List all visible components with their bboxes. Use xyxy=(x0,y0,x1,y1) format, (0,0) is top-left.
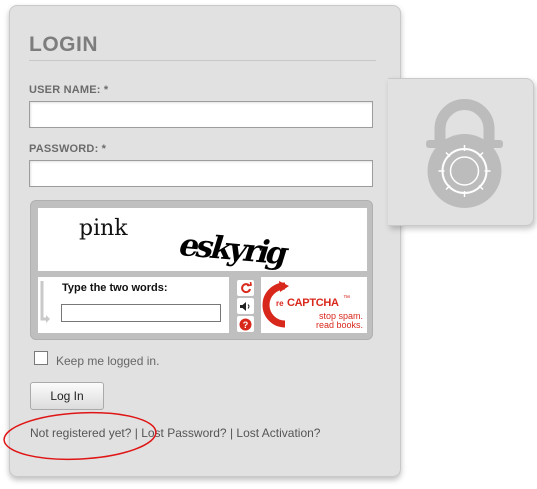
username-input[interactable] xyxy=(29,101,373,128)
recaptcha-logo: re CAPTCHA ™ stop spam. read books. xyxy=(261,277,367,333)
captcha-prompt: Type the two words: xyxy=(62,282,168,294)
recaptcha-name: CAPTCHA xyxy=(287,297,339,309)
password-label: PASSWORD: * xyxy=(29,143,107,155)
captcha-word-1: pink xyxy=(79,216,128,241)
page-title: LOGIN xyxy=(29,33,98,56)
remember-me-checkbox[interactable] xyxy=(34,351,48,365)
audio-icon[interactable] xyxy=(237,298,254,314)
reload-icon[interactable] xyxy=(237,280,254,296)
padlock-icon xyxy=(426,99,503,208)
password-input[interactable] xyxy=(29,160,373,187)
captcha-controls: ? xyxy=(235,278,257,333)
recaptcha-widget: pink eskyrig Type the two words: ? re CA… xyxy=(30,200,373,340)
recaptcha-tagline-2: read books. xyxy=(315,320,363,330)
title-divider xyxy=(29,60,376,61)
svg-text:?: ? xyxy=(243,320,249,330)
recaptcha-re: re xyxy=(276,299,284,308)
login-button[interactable]: Log In xyxy=(30,382,104,410)
annotation-ellipse xyxy=(3,411,157,461)
captcha-response-area: Type the two words: xyxy=(38,277,229,333)
recaptcha-tm: ™ xyxy=(343,295,350,302)
help-icon[interactable]: ? xyxy=(237,316,254,332)
lost-activation-link[interactable]: Lost Activation? xyxy=(236,426,320,440)
captcha-image: pink eskyrig xyxy=(38,208,367,272)
remember-me-label: Keep me logged in. xyxy=(56,354,160,368)
captcha-input[interactable] xyxy=(61,304,221,322)
arrow-icon xyxy=(40,281,50,323)
captcha-word-2: eskyrig xyxy=(174,227,291,272)
separator: | xyxy=(229,426,234,440)
username-label: USER NAME: * xyxy=(29,84,109,96)
